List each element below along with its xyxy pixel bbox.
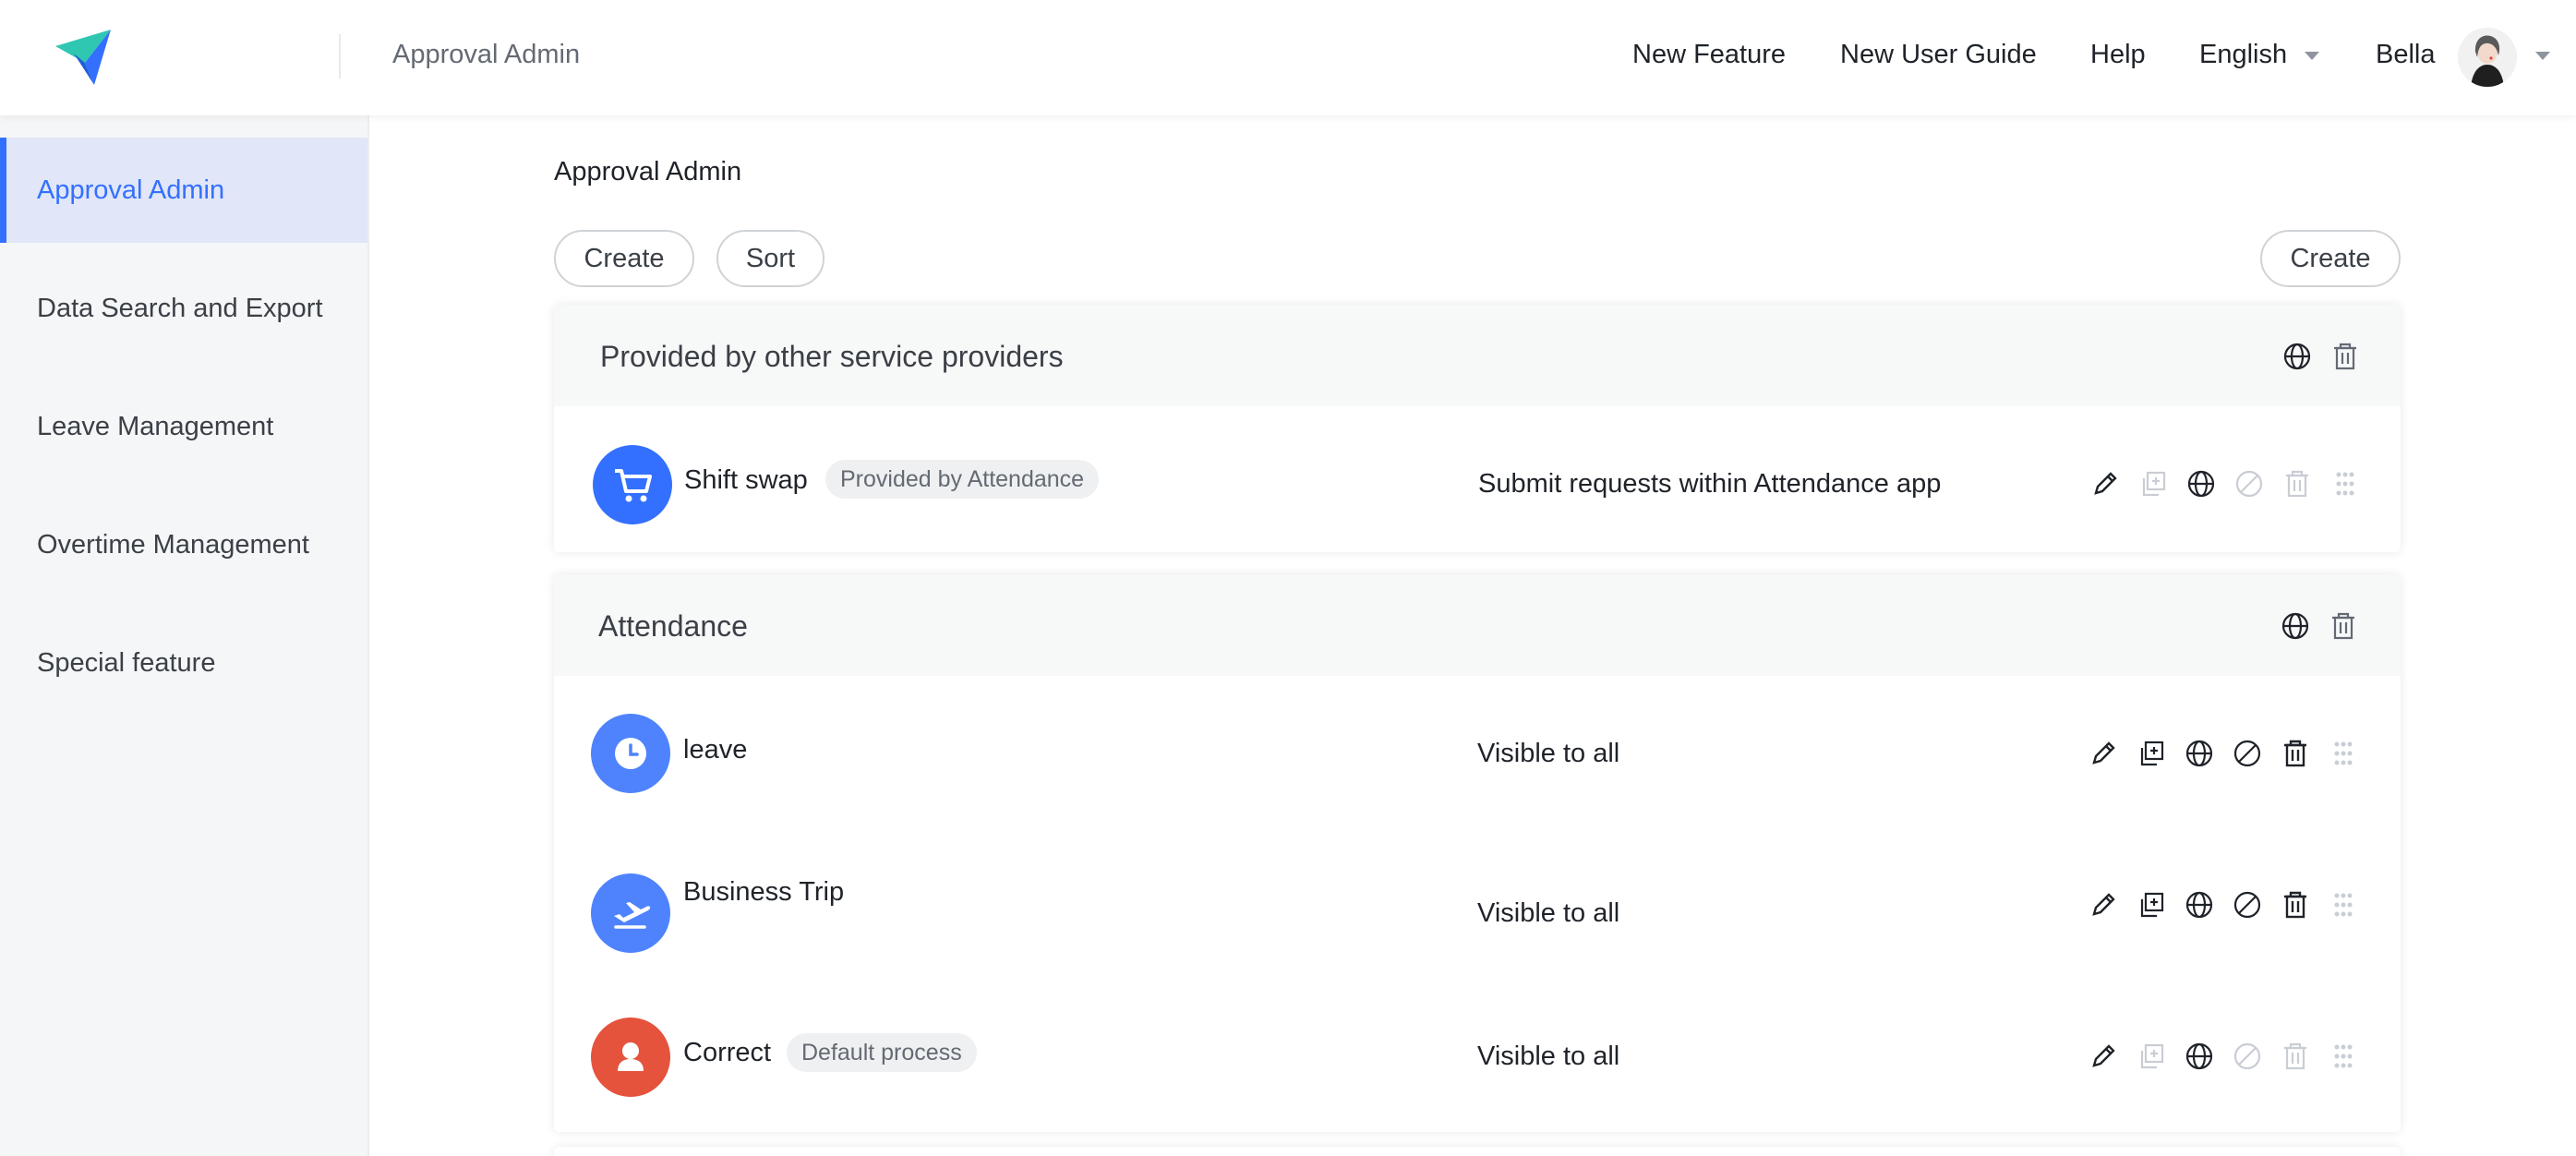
approval-group xyxy=(554,1147,2401,1156)
top-header: Approval Admin New Feature New User Guid… xyxy=(0,0,2576,115)
app-title: Approval Admin xyxy=(392,40,581,69)
copy-icon[interactable] xyxy=(2137,739,2170,772)
edit-icon[interactable] xyxy=(2088,890,2122,923)
nav-user-guide[interactable]: New User Guide xyxy=(1840,40,2037,70)
group-header: Provided by other service providers xyxy=(554,305,2401,406)
trash-icon[interactable] xyxy=(2329,611,2362,644)
disable-icon[interactable] xyxy=(2233,890,2266,923)
language-chevron-down-icon[interactable] xyxy=(2305,52,2319,60)
globe-icon[interactable] xyxy=(2185,890,2218,923)
trash-icon xyxy=(2281,1042,2314,1075)
row-visibility: Visible to all xyxy=(1477,739,1620,768)
disable-icon xyxy=(2233,1042,2266,1075)
sidebar-item-overtime-management[interactable]: Overtime Management xyxy=(0,492,367,597)
avatar[interactable] xyxy=(2458,28,2517,87)
create-group-button[interactable]: Create xyxy=(2260,230,2401,287)
drag-handle-icon[interactable] xyxy=(2329,739,2362,772)
create-button[interactable]: Create xyxy=(554,230,694,287)
edit-icon[interactable] xyxy=(2088,1042,2122,1075)
row-name[interactable]: Business Trip xyxy=(683,877,844,908)
globe-icon[interactable] xyxy=(2282,342,2316,375)
group-title: Provided by other service providers xyxy=(600,340,1064,373)
trash-icon[interactable] xyxy=(2330,342,2364,375)
plane-icon xyxy=(591,873,670,953)
edit-icon[interactable] xyxy=(2090,469,2124,502)
sidebar-item-special-feature[interactable]: Special feature xyxy=(0,610,367,716)
drag-handle-icon[interactable] xyxy=(2330,469,2364,502)
globe-icon[interactable] xyxy=(2185,739,2218,772)
sidebar-item-leave-management[interactable]: Leave Management xyxy=(0,374,367,479)
row-name[interactable]: leave xyxy=(683,735,747,765)
globe-icon[interactable] xyxy=(2185,1042,2218,1075)
page-title: Approval Admin xyxy=(554,157,742,187)
sidebar-item-approval-admin[interactable]: Approval Admin xyxy=(0,138,367,243)
row-name[interactable]: Shift swap xyxy=(684,465,808,496)
clock-icon xyxy=(591,714,670,793)
group-title: Attendance xyxy=(598,609,748,643)
sidebar-item-data-search-export[interactable]: Data Search and Export xyxy=(0,256,367,361)
drag-handle-icon[interactable] xyxy=(2329,890,2362,923)
copy-icon xyxy=(2137,1042,2170,1075)
disable-icon xyxy=(2234,469,2268,502)
nav-new-feature[interactable]: New Feature xyxy=(1632,40,1786,70)
approval-group: Attendance leave Visible to all Business xyxy=(554,574,2401,1132)
default-process-tag: Default process xyxy=(787,1033,977,1072)
provider-tag: Provided by Attendance xyxy=(825,460,1100,499)
group-header: Attendance xyxy=(554,574,2401,676)
language-select[interactable]: English xyxy=(2199,40,2287,70)
drag-handle-icon[interactable] xyxy=(2329,1042,2362,1075)
user-name[interactable]: Bella xyxy=(2376,40,2436,70)
row-visibility: Submit requests within Attendance app xyxy=(1478,469,1942,499)
trash-icon[interactable] xyxy=(2281,890,2314,923)
trash-icon xyxy=(2282,469,2316,502)
globe-icon[interactable] xyxy=(2281,611,2314,644)
sort-button[interactable]: Sort xyxy=(716,230,825,287)
app-logo-icon[interactable] xyxy=(54,28,113,87)
edit-icon[interactable] xyxy=(2088,739,2122,772)
trash-icon[interactable] xyxy=(2281,739,2314,772)
copy-icon xyxy=(2138,469,2172,502)
approval-group: Provided by other service providers Shif… xyxy=(554,305,2401,552)
person-icon xyxy=(591,1018,670,1097)
disable-icon[interactable] xyxy=(2233,739,2266,772)
row-visibility: Visible to all xyxy=(1477,898,1620,928)
header-divider xyxy=(339,34,341,78)
user-menu-chevron-down-icon[interactable] xyxy=(2535,52,2550,60)
sidebar: Approval Admin Data Search and Export Le… xyxy=(0,115,369,1156)
copy-icon[interactable] xyxy=(2137,890,2170,923)
row-visibility: Visible to all xyxy=(1477,1042,1620,1071)
globe-icon[interactable] xyxy=(2186,469,2220,502)
row-name[interactable]: Correct xyxy=(683,1038,771,1068)
cart-icon xyxy=(593,445,672,524)
nav-help[interactable]: Help xyxy=(2090,40,2146,70)
